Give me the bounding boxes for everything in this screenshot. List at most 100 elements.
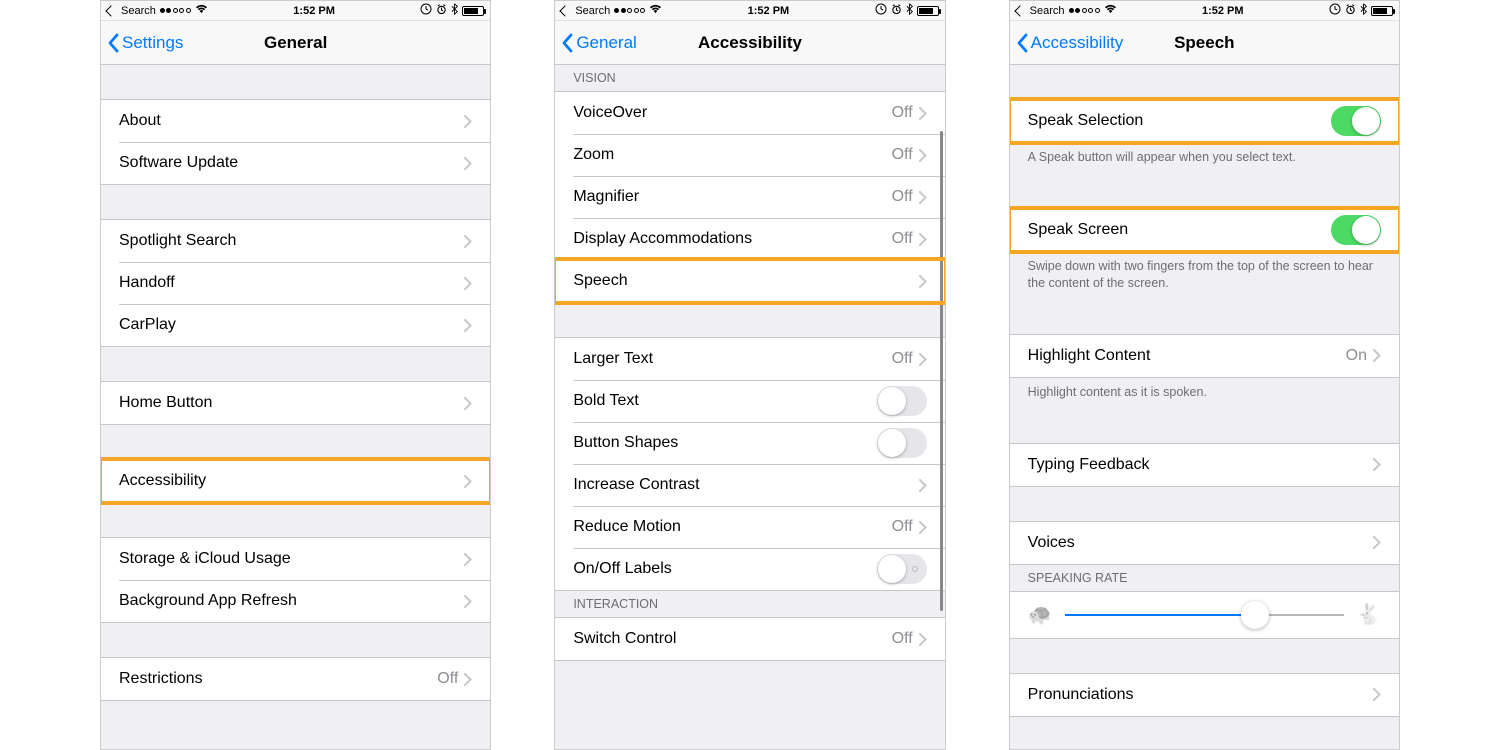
- button-shapes-label: Button Shapes: [573, 434, 876, 452]
- settings-group: VoiceOver Off Zoom Off Magnifier Off Dis…: [555, 91, 944, 303]
- row-zoom[interactable]: Zoom Off: [555, 134, 944, 176]
- row-carplay[interactable]: CarPlay: [101, 304, 490, 346]
- settings-group: Home Button: [101, 381, 490, 425]
- row-storage-icloud-usage[interactable]: Storage & iCloud Usage: [101, 538, 490, 580]
- reduce-motion-value: Off: [892, 518, 913, 536]
- bold-text-label: Bold Text: [573, 392, 876, 410]
- zoom-value: Off: [892, 146, 913, 164]
- row-reduce-motion[interactable]: Reduce Motion Off: [555, 506, 944, 548]
- back-to-app-label[interactable]: Search: [121, 5, 156, 17]
- speak-screen-label: Speak Screen: [1028, 221, 1331, 239]
- row-speak-screen: Speak Screen: [1010, 209, 1399, 251]
- chevron-right-icon: [1373, 349, 1381, 362]
- back-to-app-label[interactable]: Search: [575, 5, 610, 17]
- content-scroll[interactable]: About Software Update Spotlight Search H…: [101, 65, 490, 749]
- speech-label: Speech: [573, 272, 918, 290]
- row-home-button[interactable]: Home Button: [101, 382, 490, 424]
- row-typing-feedback[interactable]: Typing Feedback: [1010, 444, 1399, 486]
- larger-text-label: Larger Text: [573, 350, 891, 368]
- rotation-lock-icon: [420, 3, 432, 18]
- battery-icon: [462, 6, 484, 16]
- magnifier-label: Magnifier: [573, 188, 891, 206]
- status-time: 1:52 PM: [293, 5, 335, 17]
- row-larger-text[interactable]: Larger Text Off: [555, 338, 944, 380]
- row-accessibility[interactable]: Accessibility: [101, 460, 490, 502]
- row-spotlight-search[interactable]: Spotlight Search: [101, 220, 490, 262]
- scrollbar[interactable]: [940, 131, 943, 611]
- screen-speech: Search 1:52 PM Accessibility Speech Spea…: [1009, 0, 1400, 750]
- screen-accessibility: Search 1:52 PM General Accessibility Vis…: [554, 0, 945, 750]
- row-display-accommodations[interactable]: Display Accommodations Off: [555, 218, 944, 260]
- chevron-right-icon: [464, 553, 472, 566]
- row-highlight-content[interactable]: Highlight Content On: [1010, 335, 1399, 377]
- speak-screen-switch[interactable]: [1331, 215, 1381, 245]
- back-to-app-icon: [105, 5, 116, 16]
- row-about[interactable]: About: [101, 100, 490, 142]
- larger-text-value: Off: [892, 350, 913, 368]
- back-button[interactable]: General: [561, 33, 636, 53]
- nav-bar: General Accessibility: [555, 21, 944, 65]
- display-accommodations-label: Display Accommodations: [573, 230, 891, 248]
- row-switch-control[interactable]: Switch Control Off: [555, 618, 944, 660]
- chevron-right-icon: [464, 235, 472, 248]
- chevron-right-icon: [919, 479, 927, 492]
- row-speech[interactable]: Speech: [555, 260, 944, 302]
- back-to-app-icon: [1014, 5, 1025, 16]
- chevron-right-icon: [464, 115, 472, 128]
- accessibility-label: Accessibility: [119, 472, 464, 490]
- on-off-labels-switch[interactable]: [877, 554, 927, 584]
- chevron-right-icon: [919, 149, 927, 162]
- row-pronunciations[interactable]: Pronunciations: [1010, 674, 1399, 716]
- switch-control-label: Switch Control: [573, 630, 891, 648]
- voiceover-label: VoiceOver: [573, 104, 891, 122]
- row-voiceover[interactable]: VoiceOver Off: [555, 92, 944, 134]
- back-button[interactable]: Accessibility: [1016, 33, 1124, 53]
- row-restrictions[interactable]: Restrictions Off: [101, 658, 490, 700]
- magnifier-value: Off: [892, 188, 913, 206]
- settings-group: Speak Selection: [1010, 99, 1399, 143]
- chevron-right-icon: [464, 475, 472, 488]
- carplay-label: CarPlay: [119, 316, 464, 334]
- back-label: Accessibility: [1031, 33, 1124, 53]
- screen-general: Search 1:52 PM Settings General About So…: [100, 0, 491, 750]
- rabbit-icon: 🐇: [1356, 602, 1381, 627]
- back-button[interactable]: Settings: [107, 33, 183, 53]
- speak-selection-switch[interactable]: [1331, 106, 1381, 136]
- button-shapes-switch[interactable]: [877, 428, 927, 458]
- settings-group: Pronunciations: [1010, 673, 1399, 717]
- chevron-right-icon: [1373, 688, 1381, 701]
- alarm-icon: [1345, 4, 1356, 18]
- chevron-right-icon: [919, 521, 927, 534]
- settings-group: Storage & iCloud Usage Background App Re…: [101, 537, 490, 623]
- section-footer: Highlight content as it is spoken.: [1010, 378, 1399, 409]
- chevron-right-icon: [919, 233, 927, 246]
- nav-bar: Settings General: [101, 21, 490, 65]
- settings-group: Restrictions Off: [101, 657, 490, 701]
- restrictions-value: Off: [437, 670, 458, 688]
- on-off-labels-label: On/Off Labels: [573, 560, 876, 578]
- section-header: Interaction: [555, 591, 944, 617]
- alarm-icon: [891, 4, 902, 18]
- row-increase-contrast[interactable]: Increase Contrast: [555, 464, 944, 506]
- bold-text-switch[interactable]: [877, 386, 927, 416]
- bluetooth-icon: [1360, 3, 1367, 18]
- settings-group: Speak Screen: [1010, 208, 1399, 252]
- row-voices[interactable]: Voices: [1010, 522, 1399, 564]
- rotation-lock-icon: [1329, 3, 1341, 18]
- row-magnifier[interactable]: Magnifier Off: [555, 176, 944, 218]
- speaking-rate-slider[interactable]: [1065, 614, 1345, 616]
- bluetooth-icon: [906, 3, 913, 18]
- row-software-update[interactable]: Software Update: [101, 142, 490, 184]
- chevron-right-icon: [919, 353, 927, 366]
- software-update-label: Software Update: [119, 154, 464, 172]
- content-scroll[interactable]: Vision VoiceOver Off Zoom Off Magnifier …: [555, 65, 944, 749]
- chevron-right-icon: [464, 673, 472, 686]
- content-scroll[interactable]: Speak Selection A Speak button will appe…: [1010, 65, 1399, 749]
- status-time: 1:52 PM: [748, 5, 790, 17]
- voiceover-value: Off: [892, 104, 913, 122]
- row-handoff[interactable]: Handoff: [101, 262, 490, 304]
- back-to-app-label[interactable]: Search: [1030, 5, 1065, 17]
- row-background-app-refresh[interactable]: Background App Refresh: [101, 580, 490, 622]
- back-label: Settings: [122, 33, 183, 53]
- row-speak-selection: Speak Selection: [1010, 100, 1399, 142]
